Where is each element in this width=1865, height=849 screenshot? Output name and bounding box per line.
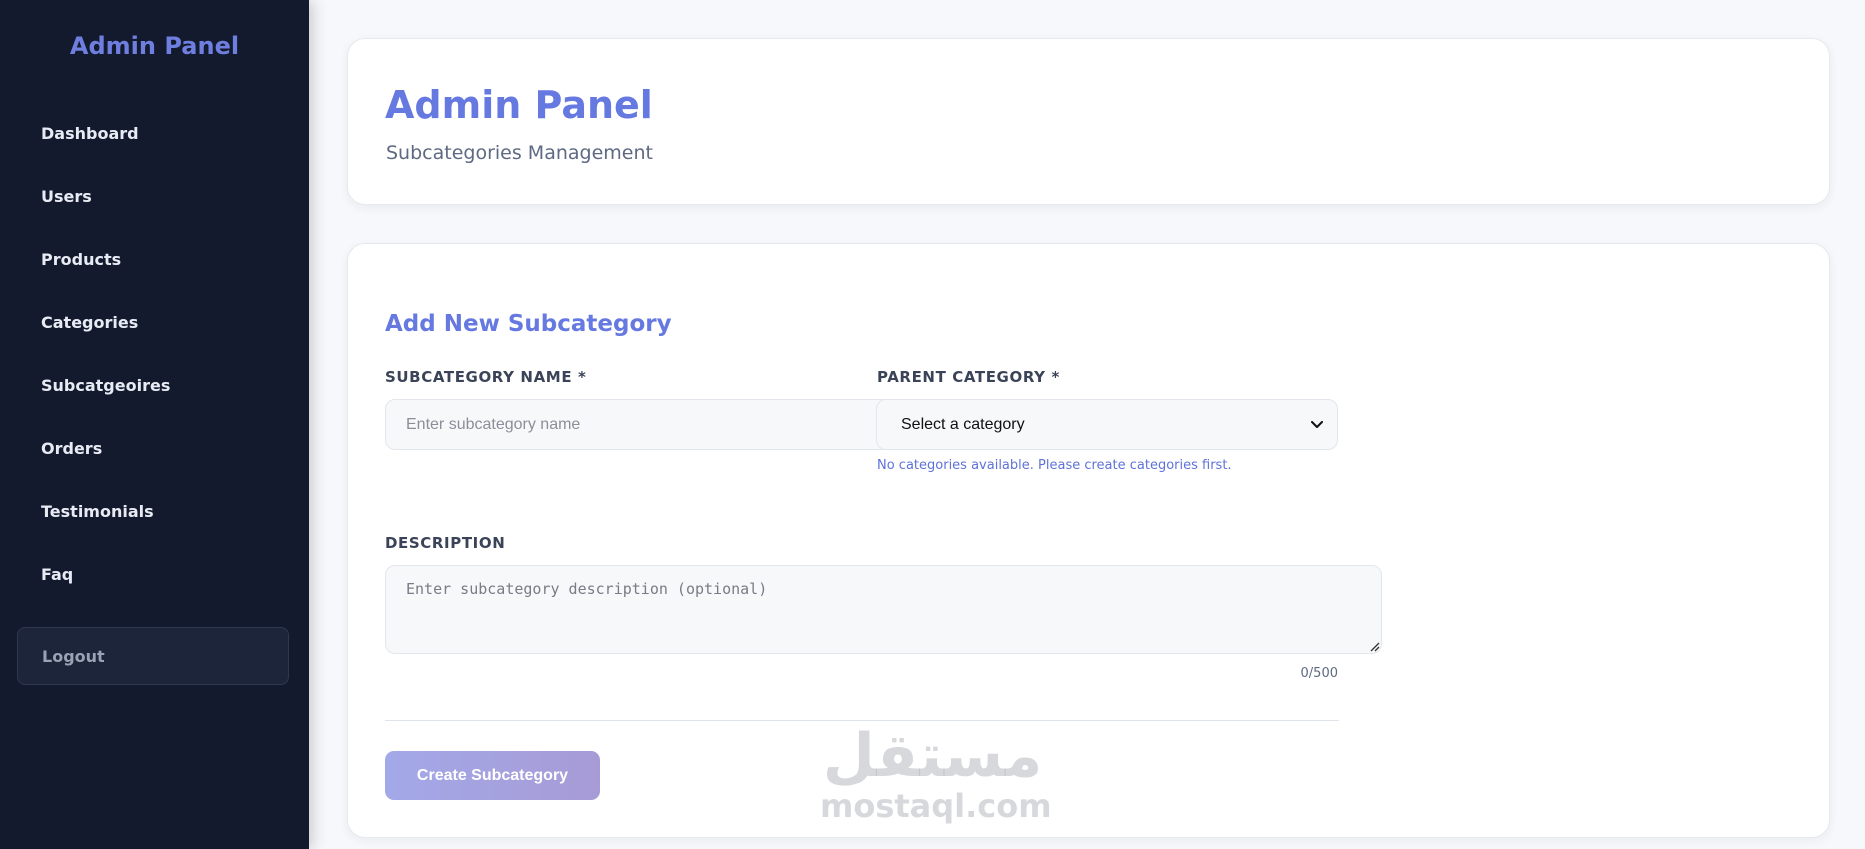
sidebar-item-categories[interactable]: Categories (17, 294, 288, 350)
add-subcategory-form: Add New Subcategory SUBCATEGORY NAME * P… (347, 243, 1830, 838)
page-title: Admin Panel (385, 83, 653, 127)
page-subtitle: Subcategories Management (386, 142, 653, 164)
sidebar-item-products[interactable]: Products (17, 231, 288, 287)
resize-handle-icon[interactable] (1368, 640, 1380, 652)
sidebar-item-dashboard[interactable]: Dashboard (17, 105, 288, 161)
subcategory-name-label: SUBCATEGORY NAME * (385, 368, 587, 386)
form-divider (385, 720, 1339, 721)
subcategory-name-input[interactable] (385, 399, 905, 450)
description-label: DESCRIPTION (385, 534, 506, 552)
parent-category-select[interactable]: Select a category (876, 399, 1338, 450)
sidebar-item-testimonials[interactable]: Testimonials (17, 483, 288, 539)
description-textarea[interactable] (385, 565, 1382, 654)
logout-button[interactable]: Logout (17, 627, 289, 685)
sidebar: Admin Panel Dashboard Users Products Cat… (0, 0, 309, 849)
sidebar-item-subcategories[interactable]: Subcatgeoires (17, 357, 288, 413)
create-subcategory-button[interactable]: Create Subcategory (385, 751, 600, 800)
sidebar-item-users[interactable]: Users (17, 168, 288, 224)
parent-category-label: PARENT CATEGORY * (877, 368, 1060, 386)
parent-category-selected-value: Select a category (901, 415, 1025, 433)
sidebar-item-faq[interactable]: Faq (17, 546, 288, 602)
char-count: 0/500 (1300, 666, 1338, 681)
chevron-down-icon (1311, 420, 1323, 429)
sidebar-item-orders[interactable]: Orders (17, 420, 288, 476)
parent-category-hint: No categories available. Please create c… (877, 458, 1232, 473)
form-heading: Add New Subcategory (385, 311, 672, 337)
sidebar-title: Admin Panel (69, 32, 240, 60)
page-header: Admin Panel Subcategories Management (347, 38, 1830, 205)
